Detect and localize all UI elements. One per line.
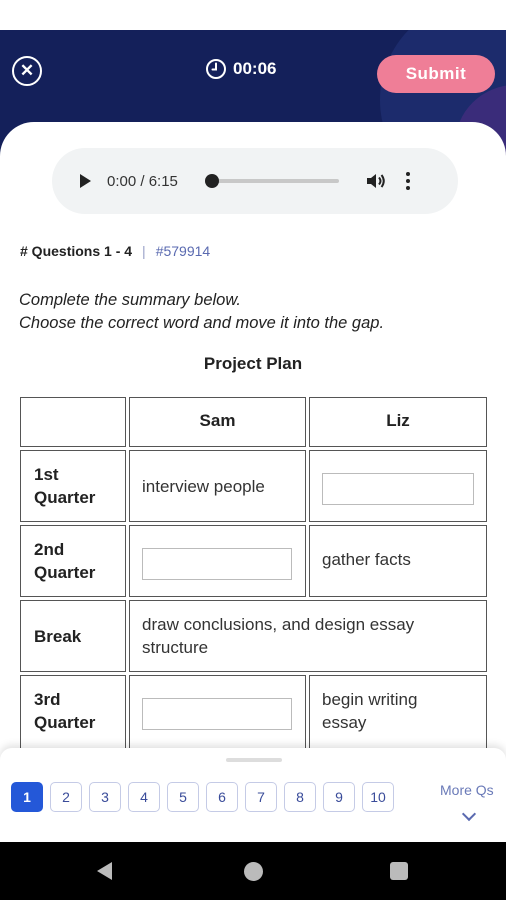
cell-text: gather facts	[322, 550, 411, 569]
table-cell: gather facts	[309, 525, 487, 597]
question-number-button[interactable]: 2	[50, 782, 82, 812]
audio-player: 0:00 / 6:15	[52, 148, 458, 214]
instructions: Complete the summary below. Choose the c…	[19, 289, 384, 335]
row-label-line: Quarter	[34, 563, 96, 582]
status-bar	[0, 0, 506, 30]
table-cell: interview people	[129, 450, 306, 522]
question-number-button[interactable]: 8	[284, 782, 316, 812]
question-number-button[interactable]: 3	[89, 782, 121, 812]
separator: |	[142, 243, 146, 259]
row-label-line: Quarter	[34, 713, 96, 732]
cell-text-line: draw conclusions, and design essay	[142, 615, 415, 634]
question-number-button[interactable]: 5	[167, 782, 199, 812]
back-triangle-icon[interactable]	[97, 862, 112, 880]
question-number-button[interactable]: 4	[128, 782, 160, 812]
row-label-line: 1st	[34, 465, 59, 484]
row-label: 3rd Quarter	[34, 688, 95, 734]
home-circle-icon[interactable]	[244, 862, 263, 881]
question-number-button[interactable]: 7	[245, 782, 277, 812]
table-cell	[309, 450, 487, 522]
cell-text-line: structure	[142, 638, 209, 657]
row-header-cell: 1st Quarter	[20, 450, 126, 522]
close-icon[interactable]: ✕	[12, 56, 42, 86]
instruction-line: Complete the summary below.	[19, 291, 241, 309]
question-number-button[interactable]: 10	[362, 782, 394, 812]
more-vertical-icon[interactable]	[405, 172, 411, 190]
question-number-button[interactable]: 6	[206, 782, 238, 812]
system-nav-bar	[0, 842, 506, 900]
answer-gap[interactable]	[142, 698, 292, 730]
volume-icon[interactable]	[365, 172, 387, 190]
table-header-cell: Sam	[129, 397, 306, 447]
project-plan-table: Sam Liz 1st Quarter interview people 2nd…	[20, 397, 488, 752]
play-icon[interactable]	[80, 174, 91, 188]
question-nav-panel: 1 2 3 4 5 6 7 8 9 10 More Qs	[0, 748, 506, 842]
audio-time: 0:00 / 6:15	[107, 172, 178, 190]
cell-text: draw conclusions, and design essay struc…	[142, 613, 414, 659]
answer-gap[interactable]	[322, 473, 474, 505]
table-cell-merged: draw conclusions, and design essay struc…	[129, 600, 487, 672]
recents-square-icon[interactable]	[390, 862, 408, 880]
question-number-list: 1 2 3 4 5 6 7 8 9 10	[11, 782, 394, 812]
cell-text-line: essay	[322, 713, 367, 732]
timer-value: 00:06	[233, 59, 277, 78]
row-label: Break	[34, 627, 82, 646]
cell-text-line: begin writing	[322, 690, 418, 709]
row-label-line: 2nd	[34, 540, 65, 559]
answer-gap[interactable]	[142, 548, 292, 580]
row-header-cell: 2nd Quarter	[20, 525, 126, 597]
question-number-button[interactable]: 9	[323, 782, 355, 812]
table-cell	[129, 675, 306, 750]
table-title: Project Plan	[203, 354, 303, 373]
clock-icon	[205, 58, 227, 80]
cell-text: begin writing essay	[322, 688, 417, 734]
audio-seek-knob[interactable]	[205, 174, 219, 188]
row-header-cell: 3rd Quarter	[20, 675, 126, 750]
instruction-line: Choose the correct word and move it into…	[19, 314, 385, 332]
row-label-line: 3rd	[34, 690, 61, 709]
question-number-button[interactable]: 1	[11, 782, 43, 812]
audio-seek-bar[interactable]	[205, 174, 339, 188]
table-cell: begin writing essay	[309, 675, 487, 750]
row-header-cell: Break	[20, 600, 126, 672]
question-header: # Questions 1 - 4 | #579914	[20, 243, 210, 259]
question-range: # Questions 1 - 4	[20, 243, 133, 259]
cell-text: interview people	[142, 477, 265, 496]
submit-button[interactable]: Submit	[377, 55, 495, 93]
more-questions-button[interactable]: More Qs	[440, 782, 494, 798]
table-cell	[129, 525, 306, 597]
timer: 00:06	[205, 56, 276, 82]
row-label-line: Quarter	[34, 488, 96, 507]
header-liz: Liz	[386, 411, 410, 430]
table-header-cell: Liz	[309, 397, 487, 447]
table-header-empty	[20, 397, 126, 447]
question-id: #579914	[155, 243, 211, 259]
row-label: 2nd Quarter	[34, 538, 95, 584]
row-label: 1st Quarter	[34, 463, 95, 509]
chevron-down-icon[interactable]	[461, 806, 477, 822]
header-sam: Sam	[199, 411, 236, 430]
drag-handle[interactable]	[226, 758, 282, 762]
